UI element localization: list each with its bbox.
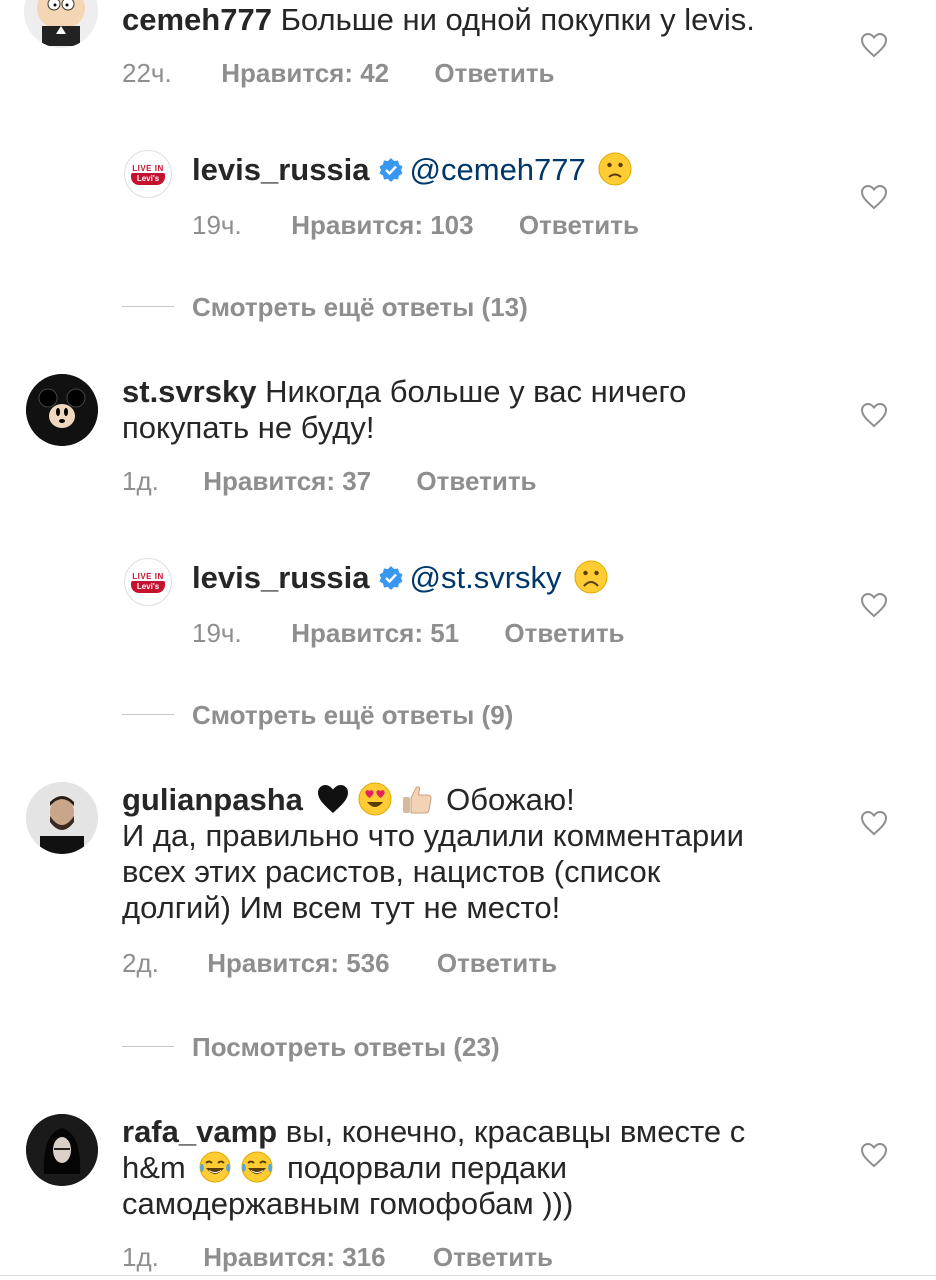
heart-icon[interactable] — [860, 32, 888, 58]
view-more-replies[interactable]: Смотреть ещё ответы (9) — [122, 700, 513, 731]
comment-meta: 1д. Нравится: 316 Ответить — [122, 1242, 553, 1273]
verified-badge-icon — [379, 566, 403, 590]
mention-link[interactable]: @cemeh777 — [410, 152, 586, 187]
comment-meta: 22ч. Нравится: 42 Ответить — [122, 58, 555, 89]
comment-body-line1-end: Обожаю! — [446, 782, 575, 817]
likes-count[interactable]: Нравится: 316 — [203, 1242, 385, 1273]
comment-body-line2: И да, правильно что удалили комментарии — [122, 818, 744, 853]
heart-icon[interactable] — [860, 184, 888, 210]
logo-batwing: Levi's — [131, 580, 165, 593]
mickey-avatar-icon[interactable] — [26, 374, 98, 446]
slightly-frowning-face-icon — [598, 152, 632, 186]
timestamp: 19ч. — [192, 618, 242, 648]
comment-body-line2: покупать не буду! — [122, 410, 375, 445]
reply-button[interactable]: Ответить — [433, 1242, 553, 1273]
comment-text: cemeh777 Больше ни одной покупки у levis… — [122, 2, 755, 38]
reply-button[interactable]: Ответить — [437, 948, 557, 979]
username[interactable]: rafa_vamp — [122, 1114, 277, 1149]
comment-body-line1: Никогда больше у вас ничего — [265, 374, 687, 409]
tears-of-joy-icon — [241, 1151, 273, 1183]
view-more-replies[interactable]: Смотреть ещё ответы (13) — [122, 292, 528, 323]
comment-meta: 1д. Нравится: 37 Ответить — [122, 466, 537, 497]
logo-top-text: LIVE IN — [132, 571, 164, 581]
levis-avatar-icon[interactable]: LIVE IN Levi's — [124, 150, 172, 198]
comment-body-line1: вы, конечно, красавцы вместе с — [285, 1114, 746, 1149]
view-more-label[interactable]: Смотреть ещё ответы (9) — [192, 700, 513, 730]
verified-badge-icon — [379, 158, 403, 182]
timestamp: 2д. — [122, 948, 159, 978]
reply-text: levis_russia @st.svrsky — [192, 560, 612, 596]
username[interactable]: cemeh777 — [122, 2, 272, 37]
heart-icon[interactable] — [860, 810, 888, 836]
comment-body-line4: долгий) Им всем тут не место! — [122, 890, 561, 925]
likes-count[interactable]: Нравится: 103 — [291, 210, 473, 241]
heart-eyes-face-icon — [358, 782, 391, 816]
comment-body-line2-start: h&m — [122, 1150, 186, 1185]
comment-body: Больше ни одной покупки у levis. — [280, 2, 755, 37]
comment-body-line3: всех этих расистов, нацистов (список — [122, 854, 661, 889]
divider-line — [122, 1045, 174, 1047]
username[interactable]: gulianpasha — [122, 782, 303, 817]
south-park-avatar-icon[interactable] — [24, 0, 98, 48]
reply-button[interactable]: Ответить — [416, 466, 536, 497]
timestamp: 22ч. — [122, 58, 172, 88]
woman-avatar-icon[interactable] — [26, 1114, 98, 1186]
man-avatar-icon[interactable] — [26, 782, 98, 854]
likes-count[interactable]: Нравится: 37 — [203, 466, 371, 497]
timestamp: 1д. — [122, 466, 159, 496]
timestamp: 19ч. — [192, 210, 242, 240]
bottom-divider — [0, 1275, 936, 1276]
username[interactable]: levis_russia — [192, 560, 370, 595]
logo-batwing: Levi's — [131, 172, 165, 185]
likes-count[interactable]: Нравится: 51 — [291, 618, 459, 649]
likes-count[interactable]: Нравится: 536 — [207, 948, 389, 979]
comment-text: rafa_vamp вы, конечно, красавцы вместе с… — [122, 1114, 822, 1222]
comment-body-line3: самодержавным гомофобам ))) — [122, 1186, 574, 1221]
reply-text: levis_russia @cemeh777 — [192, 152, 636, 188]
username[interactable]: st.svrsky — [122, 374, 256, 409]
view-replies[interactable]: Посмотреть ответы (23) — [122, 1032, 500, 1063]
reply-meta: 19ч. Нравится: 103 Ответить — [192, 210, 639, 241]
levis-avatar-icon[interactable]: LIVE IN Levi's — [124, 558, 172, 606]
black-heart-icon — [317, 785, 348, 813]
likes-count[interactable]: Нравится: 42 — [221, 58, 389, 89]
reply-button[interactable]: Ответить — [434, 58, 554, 89]
comment-meta: 2д. Нравится: 536 Ответить — [122, 948, 557, 979]
frowning-face-icon — [574, 560, 608, 594]
tears-of-joy-icon — [199, 1151, 231, 1183]
thumbs-up-icon — [402, 786, 432, 814]
comment-text: st.svrsky Никогда больше у вас ничего по… — [122, 374, 802, 446]
heart-icon[interactable] — [860, 1142, 888, 1168]
heart-icon[interactable] — [860, 402, 888, 428]
reply-button[interactable]: Ответить — [504, 618, 624, 649]
divider-line — [122, 305, 174, 307]
heart-icon[interactable] — [860, 592, 888, 618]
comment-body-line2-end: подорвали пердаки — [287, 1150, 568, 1185]
comment-text: gulianpasha Обожаю! И да, правильно что … — [122, 782, 822, 926]
view-replies-label[interactable]: Посмотреть ответы (23) — [192, 1032, 500, 1062]
divider-line — [122, 713, 174, 715]
reply-meta: 19ч. Нравится: 51 Ответить — [192, 618, 625, 649]
username[interactable]: levis_russia — [192, 152, 370, 187]
reply-button[interactable]: Ответить — [519, 210, 639, 241]
view-more-label[interactable]: Смотреть ещё ответы (13) — [192, 292, 528, 322]
timestamp: 1д. — [122, 1242, 159, 1272]
mention-link[interactable]: @st.svrsky — [410, 560, 562, 595]
logo-top-text: LIVE IN — [132, 163, 164, 173]
